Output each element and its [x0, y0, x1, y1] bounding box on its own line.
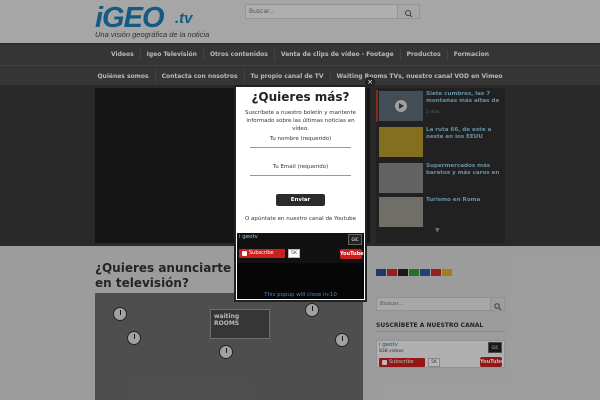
email-field[interactable]	[250, 175, 351, 176]
popup-description: Suscríbete a nuestro boletín y mantente …	[244, 110, 357, 132]
submit-button[interactable]: Enviar	[276, 194, 325, 206]
popup-footer: This popup will close in:10	[237, 263, 364, 299]
name-field-label: Tu nombre (requerido)	[269, 136, 332, 142]
name-field[interactable]	[250, 147, 351, 148]
newsletter-popup: ¿Quieres más? Suscríbete a nuestro bolet…	[234, 85, 367, 302]
youtube-logo[interactable]: YouTube	[340, 249, 364, 259]
popup-youtube-widget: i geotv Subscribe 5K GIC YouTube	[237, 233, 364, 263]
close-icon[interactable]: ×	[365, 77, 375, 87]
youtube-subscriber-count: 5K	[288, 249, 300, 258]
email-field-label: Tu Email (requerido)	[272, 164, 329, 170]
popup-title: ¿Quieres más?	[251, 90, 350, 104]
youtube-prompt: O apúntate en nuestro canal de Youtube	[244, 216, 357, 222]
youtube-subscribe-button[interactable]: Subscribe	[239, 249, 285, 258]
channel-logo: GIC	[348, 234, 362, 245]
popup-countdown: This popup will close in:10	[264, 292, 337, 298]
youtube-channel-name[interactable]: i geotv	[239, 234, 258, 240]
